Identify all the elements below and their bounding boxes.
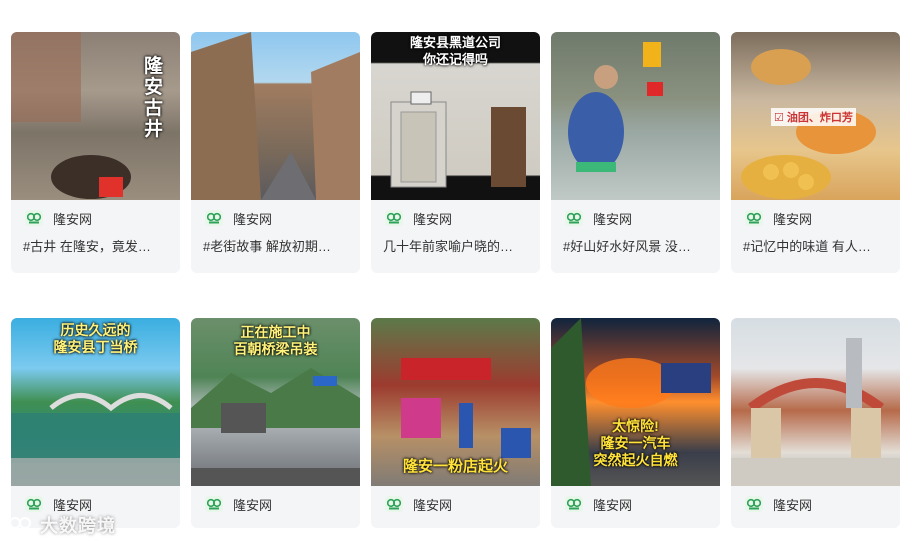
account-logo-icon xyxy=(25,210,43,226)
account-name[interactable]: 隆安网 xyxy=(413,495,452,514)
account-logo-icon xyxy=(745,210,763,226)
thumbnail-overlay-text: ☑ 油团、炸口芳 xyxy=(771,108,856,126)
watermark: 大数跨境 xyxy=(8,512,116,538)
account-name[interactable]: 隆安网 xyxy=(53,495,92,514)
video-card[interactable]: 隆安县黑道公司 你还记得吗 隆安网 几十年前家喻户晓的… xyxy=(371,32,540,273)
video-thumbnail[interactable]: ☑ 油团、炸口芳 xyxy=(731,32,900,200)
video-card[interactable]: 隆安网 xyxy=(731,318,900,528)
video-thumbnail[interactable]: 隆安古井 xyxy=(11,32,180,200)
account-logo-icon xyxy=(565,210,583,226)
account-row: 隆安网 xyxy=(371,200,540,236)
account-name[interactable]: 隆安网 xyxy=(773,209,812,228)
account-name[interactable]: 隆安网 xyxy=(593,495,632,514)
account-row: 隆安网 xyxy=(371,486,540,522)
account-row: 隆安网 xyxy=(551,200,720,236)
account-row: 隆安网 xyxy=(731,200,900,236)
thumbnail-overlay-text: 太惊险! 隆安一汽车 突然起火自燃 xyxy=(593,418,678,468)
account-logo-icon xyxy=(385,496,403,512)
account-row: 隆安网 xyxy=(731,486,900,522)
account-logo-icon xyxy=(385,210,403,226)
video-card[interactable]: 隆安一粉店起火 隆安网 xyxy=(371,318,540,528)
thumbnail-overlay-text: 隆安一粉店起火 xyxy=(402,458,508,475)
video-description[interactable]: 几十年前家喻户晓的… xyxy=(371,236,531,255)
account-logo-icon xyxy=(205,210,223,226)
account-logo-icon xyxy=(745,496,763,512)
thumbnail-overlay-text: 隆安古井 xyxy=(144,56,164,140)
account-name[interactable]: 隆安网 xyxy=(233,209,272,228)
video-row-2: 历史久远的 隆安县丁当桥 隆安网 正在施工中 百朝桥梁吊装 隆安网 隆安一粉店起… xyxy=(11,318,900,528)
video-card[interactable]: 隆安网 #好山好水好风景 没… xyxy=(551,32,720,273)
account-name[interactable]: 隆安网 xyxy=(413,209,452,228)
account-row: 隆安网 xyxy=(551,486,720,522)
account-name[interactable]: 隆安网 xyxy=(233,495,272,514)
video-thumbnail[interactable]: 历史久远的 隆安县丁当桥 xyxy=(11,318,180,486)
account-name[interactable]: 隆安网 xyxy=(53,209,92,228)
thumbnail-scene xyxy=(568,42,663,172)
thumbnail-overlay-text: 历史久远的 隆安县丁当桥 xyxy=(53,322,138,355)
thumbnail-scene xyxy=(731,338,900,486)
video-card[interactable]: 隆安古井 隆安网 #古井 在隆安，竟发… xyxy=(11,32,180,273)
account-row: 隆安网 xyxy=(191,486,360,522)
video-card[interactable]: ☑ 油团、炸口芳 隆安网 #记忆中的味道 有人… xyxy=(731,32,900,273)
video-row-1: 隆安古井 隆安网 #古井 在隆安，竟发… 隆安网 #老街故事 解放初期… 隆安县… xyxy=(11,32,900,273)
video-description[interactable]: #古井 在隆安，竟发… xyxy=(11,236,171,255)
watermark-logo-icon xyxy=(8,515,34,536)
video-card[interactable]: 太惊险! 隆安一汽车 突然起火自燃 隆安网 xyxy=(551,318,720,528)
account-logo-icon xyxy=(25,496,43,512)
video-description[interactable]: #老街故事 解放初期… xyxy=(191,236,351,255)
video-thumbnail[interactable]: 隆安县黑道公司 你还记得吗 xyxy=(371,32,540,200)
account-row: 隆安网 xyxy=(11,200,180,236)
overlay-line: 正在施工中 百朝桥梁吊装 xyxy=(233,324,318,357)
account-logo-icon xyxy=(205,496,223,512)
thumbnail-overlay-text: 隆安县黑道公司 你还记得吗 xyxy=(409,35,501,67)
video-thumbnail[interactable] xyxy=(191,32,360,200)
overlay-label: 油团、炸口芳 xyxy=(786,112,853,124)
watermark-text: 大数跨境 xyxy=(40,516,116,536)
video-thumbnail[interactable]: 隆安一粉店起火 xyxy=(371,318,540,486)
video-card[interactable]: 隆安网 #老街故事 解放初期… xyxy=(191,32,360,273)
video-thumbnail[interactable] xyxy=(731,318,900,486)
account-name[interactable]: 隆安网 xyxy=(773,495,812,514)
video-card[interactable]: 历史久远的 隆安县丁当桥 隆安网 xyxy=(11,318,180,528)
account-logo-icon xyxy=(565,496,583,512)
thumbnail-scene xyxy=(191,32,360,200)
thumbnail-overlay-text: 正在施工中 百朝桥梁吊装 xyxy=(191,324,360,358)
video-thumbnail[interactable]: 正在施工中 百朝桥梁吊装 xyxy=(191,318,360,486)
video-thumbnail[interactable] xyxy=(551,32,720,200)
video-card[interactable]: 正在施工中 百朝桥梁吊装 隆安网 xyxy=(191,318,360,528)
account-name[interactable]: 隆安网 xyxy=(593,209,632,228)
video-description[interactable]: #记忆中的味道 有人… xyxy=(731,236,891,255)
video-thumbnail[interactable]: 太惊险! 隆安一汽车 突然起火自燃 xyxy=(551,318,720,486)
account-row: 隆安网 xyxy=(191,200,360,236)
video-description[interactable]: #好山好水好风景 没… xyxy=(551,236,711,255)
